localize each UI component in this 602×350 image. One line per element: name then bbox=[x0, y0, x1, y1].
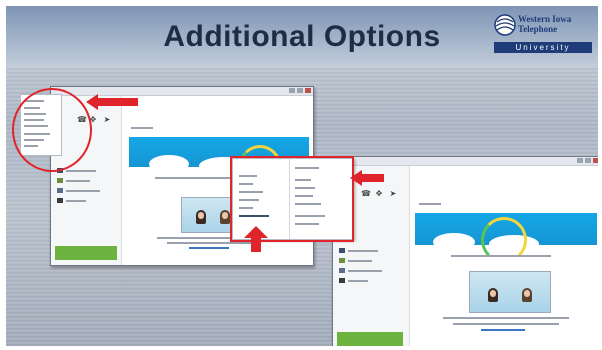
contact-list-item[interactable] bbox=[57, 188, 117, 193]
contact-list-item[interactable] bbox=[339, 248, 405, 253]
highlight-arrow-shaft-vertical bbox=[251, 238, 261, 252]
contact-list-item[interactable] bbox=[57, 178, 117, 183]
presentation-slide: Additional Options Western Iowa Telephon… bbox=[6, 6, 598, 346]
highlight-arrow-left bbox=[86, 94, 98, 110]
dialpad-icon[interactable]: ✥ bbox=[375, 190, 383, 198]
call-phones-button[interactable] bbox=[337, 332, 403, 346]
minimize-icon[interactable] bbox=[577, 158, 583, 163]
skype-home-label bbox=[419, 203, 441, 205]
window-titlebar bbox=[333, 157, 598, 166]
welcome-banner bbox=[415, 213, 597, 263]
highlight-circle bbox=[12, 88, 92, 172]
skype-home-label bbox=[131, 127, 153, 129]
maximize-icon[interactable] bbox=[297, 88, 303, 93]
promo-link[interactable] bbox=[481, 329, 525, 331]
highlight-arrow-shaft bbox=[98, 98, 138, 106]
logo-name: Western Iowa Telephone bbox=[518, 14, 571, 34]
logo-name-line2: Telephone bbox=[518, 24, 558, 34]
minimize-icon[interactable] bbox=[289, 88, 295, 93]
promo-link[interactable] bbox=[189, 247, 229, 249]
welcome-text bbox=[451, 255, 551, 257]
contact-list-item[interactable] bbox=[339, 268, 405, 273]
logo-name-line1: Western Iowa bbox=[518, 14, 572, 24]
company-logo: Western Iowa Telephone University bbox=[494, 12, 594, 58]
call-phones-button[interactable] bbox=[55, 246, 117, 260]
highlight-arrow-up bbox=[244, 226, 268, 238]
maximize-icon[interactable] bbox=[585, 158, 591, 163]
logo-subtitle: University bbox=[494, 42, 592, 53]
promo-text-line2 bbox=[167, 242, 257, 244]
video-call-image bbox=[469, 271, 551, 313]
phone-icon[interactable]: ☎ bbox=[361, 190, 371, 198]
promo-text-line2 bbox=[453, 323, 559, 325]
globe-lines-icon bbox=[494, 14, 516, 36]
highlight-arrow-shaft bbox=[362, 174, 384, 182]
contact-list-item[interactable] bbox=[339, 258, 405, 263]
contact-list-item[interactable] bbox=[57, 198, 117, 203]
skype-window-right: ☎ ✥ ➤ bbox=[332, 156, 598, 346]
add-contact-icon[interactable]: ➤ bbox=[389, 190, 397, 198]
contact-list-item[interactable] bbox=[339, 278, 405, 283]
highlight-arrow-left bbox=[350, 170, 362, 186]
close-icon[interactable] bbox=[593, 158, 598, 163]
close-icon[interactable] bbox=[305, 88, 311, 93]
add-contact-icon[interactable]: ➤ bbox=[103, 116, 111, 124]
promo-text-line1 bbox=[443, 317, 569, 319]
